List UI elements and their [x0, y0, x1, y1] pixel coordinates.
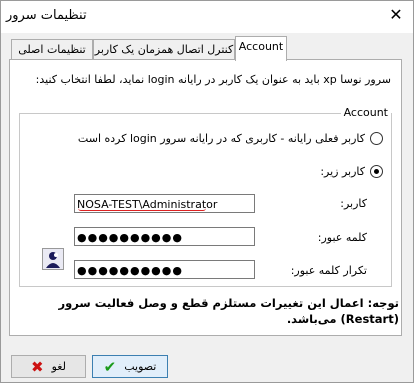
user-field[interactable]: NOSA-TEST\Administrator — [74, 194, 255, 213]
cancel-icon: ✖ — [31, 357, 44, 376]
title-bar: تنظیمات سرور ✕ — [1, 1, 413, 33]
tab-label: تنظیمات اصلی — [18, 43, 86, 56]
ok-button[interactable]: ✔ تصویب — [92, 355, 168, 378]
password-label: کلمه عبور: — [317, 231, 367, 244]
tab-label: کنترل اتصال همزمان یک کاربر — [94, 43, 234, 56]
confirm-password-field[interactable]: ●●●●●●●●●● — [74, 260, 255, 279]
password-field[interactable]: ●●●●●●●●●● — [74, 227, 255, 246]
radio-specific-user-button[interactable] — [370, 165, 383, 178]
radio-current-user-label: کاربر فعلی رایانه - کاربری که در رایانه … — [77, 132, 365, 145]
ok-button-label: تصویب — [124, 360, 157, 373]
tab-account[interactable]: Account — [235, 36, 287, 61]
cancel-button[interactable]: ✖ لغو — [11, 355, 86, 378]
checkmark-icon: ✔ — [103, 357, 117, 376]
user-label: کاربر: — [340, 197, 367, 210]
spellcheck-underline — [78, 208, 206, 211]
confirm-password-field-value: ●●●●●●●●●● — [77, 264, 183, 277]
account-description: سرور نوسا xp باید به عنوان یک کاربر در ر… — [35, 73, 391, 86]
groupbox-title: Account — [340, 106, 391, 119]
close-icon[interactable]: ✕ — [388, 7, 404, 23]
tab-main-settings[interactable]: تنظیمات اصلی — [11, 39, 93, 60]
password-field-value: ●●●●●●●●●● — [77, 231, 183, 244]
cancel-button-label: لغو — [51, 360, 66, 373]
confirm-password-label: تکرار کلمه عبور: — [290, 264, 367, 277]
tab-concurrent-connection[interactable]: کنترل اتصال همزمان یک کاربر — [93, 39, 235, 60]
radio-current-user-button[interactable] — [370, 132, 383, 145]
radio-current-user[interactable]: کاربر فعلی رایانه - کاربری که در رایانه … — [78, 132, 383, 145]
radio-specific-user-label: کاربر زیر: — [320, 165, 365, 178]
user-picker-icon[interactable] — [42, 248, 64, 270]
tab-label: Account — [238, 40, 284, 53]
window-title: تنظیمات سرور — [6, 8, 87, 23]
restart-note: توجه: اعمال این تغییرات مستلزم قطع و وصل… — [58, 296, 400, 326]
settings-window: تنظیمات سرور ✕ تنظیمات اصلی کنترل اتصال … — [0, 0, 414, 383]
radio-specific-user[interactable]: کاربر زیر: — [320, 165, 383, 178]
account-groupbox: Account کاربر فعلی رایانه - کاربری که در… — [19, 106, 392, 287]
